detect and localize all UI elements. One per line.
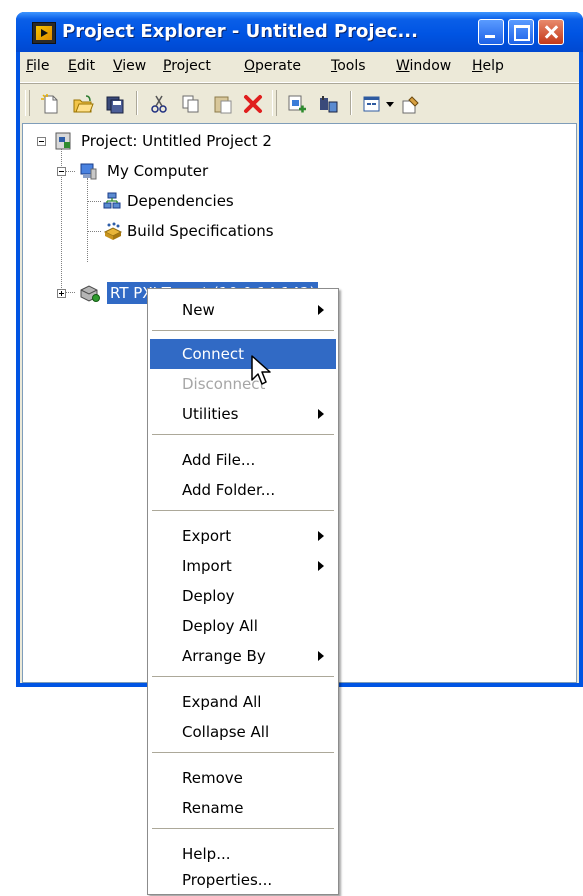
menu-window[interactable]: Window bbox=[396, 58, 451, 74]
rt-target-icon bbox=[80, 285, 100, 302]
tree-connector bbox=[87, 231, 101, 232]
menu-item-add-folder[interactable]: Add Folder... bbox=[150, 475, 336, 505]
project-properties-icon[interactable] bbox=[400, 93, 422, 115]
menu-separator bbox=[152, 510, 334, 511]
menu-item-arrange-by[interactable]: Arrange By bbox=[150, 641, 336, 671]
submenu-arrow-icon bbox=[318, 305, 324, 315]
menu-tools[interactable]: Tools bbox=[331, 58, 366, 74]
collapse-icon[interactable] bbox=[37, 137, 46, 146]
tree-item-label: Dependencies bbox=[127, 192, 234, 210]
menu-item-add-file[interactable]: Add File... bbox=[150, 445, 336, 475]
minimize-icon[interactable] bbox=[478, 19, 504, 45]
maximize-icon[interactable] bbox=[508, 19, 534, 45]
tree-connector bbox=[87, 201, 101, 202]
menu-help[interactable]: Help bbox=[472, 58, 504, 74]
open-icon[interactable] bbox=[72, 93, 94, 115]
paste-icon[interactable] bbox=[212, 93, 234, 115]
expand-icon[interactable] bbox=[57, 289, 66, 298]
menu-item-rename[interactable]: Rename bbox=[150, 793, 336, 823]
save-all-icon[interactable] bbox=[104, 93, 126, 115]
toolbar-grip[interactable] bbox=[25, 90, 30, 116]
build-specifications-icon bbox=[103, 222, 123, 240]
toolbar-separator bbox=[136, 91, 138, 115]
tree-connector bbox=[87, 178, 88, 262]
submenu-arrow-icon bbox=[318, 531, 324, 541]
menu-separator bbox=[152, 330, 334, 331]
submenu-arrow-icon bbox=[318, 409, 324, 419]
dependencies-icon bbox=[103, 192, 121, 209]
menu-item-disconnect: Disconnect bbox=[182, 375, 266, 393]
tree-item-label: Build Specifications bbox=[127, 222, 274, 240]
menu-view[interactable]: View bbox=[113, 58, 146, 74]
delete-icon[interactable] bbox=[242, 93, 264, 115]
toolbar-separator bbox=[350, 91, 352, 115]
menu-item-properties[interactable]: Properties... bbox=[150, 865, 336, 895]
menu-file[interactable]: File bbox=[26, 58, 49, 74]
menu-separator bbox=[152, 828, 334, 829]
menu-separator bbox=[152, 752, 334, 753]
menu-item-deploy-all[interactable]: Deploy All bbox=[150, 611, 336, 641]
cut-icon[interactable] bbox=[148, 93, 170, 115]
collapse-icon[interactable] bbox=[57, 167, 66, 176]
window-title: Project Explorer - Untitled Projec... bbox=[62, 21, 418, 42]
menu-item-utilities[interactable]: Utilities bbox=[150, 399, 336, 429]
mouse-cursor-icon bbox=[251, 355, 271, 385]
menu-project[interactable]: Project bbox=[163, 58, 211, 74]
new-icon[interactable] bbox=[40, 93, 62, 115]
context-menu: New Connect Disconnect Utilities Add Fil… bbox=[147, 288, 339, 895]
project-icon bbox=[55, 132, 71, 150]
menu-edit[interactable]: Edit bbox=[68, 58, 95, 74]
tree-item-label: Project: Untitled Project 2 bbox=[81, 132, 272, 150]
menu-separator bbox=[152, 676, 334, 677]
menu-item-expand-all[interactable]: Expand All bbox=[150, 687, 336, 717]
menu-item-import[interactable]: Import bbox=[150, 551, 336, 581]
menu-item-connect[interactable]: Connect bbox=[150, 339, 336, 369]
copy-icon[interactable] bbox=[180, 93, 202, 115]
labview-app-icon bbox=[32, 22, 56, 44]
chevron-down-icon[interactable] bbox=[385, 93, 395, 115]
build-icon[interactable] bbox=[318, 93, 340, 115]
menu-item-deploy[interactable]: Deploy bbox=[150, 581, 336, 611]
menu-bar: File Edit View Project Operate Tools Win… bbox=[20, 52, 579, 83]
menu-operate[interactable]: Operate bbox=[244, 58, 301, 74]
add-to-project-icon[interactable] bbox=[286, 93, 308, 115]
tree-item-label: My Computer bbox=[107, 162, 209, 180]
view-dropdown-icon[interactable] bbox=[362, 93, 384, 115]
toolbar-grip[interactable] bbox=[272, 90, 277, 116]
menu-item-collapse-all[interactable]: Collapse All bbox=[150, 717, 336, 747]
toolbar bbox=[20, 83, 579, 122]
submenu-arrow-icon bbox=[318, 561, 324, 571]
menu-item-new[interactable]: New bbox=[150, 295, 336, 325]
submenu-arrow-icon bbox=[318, 651, 324, 661]
menu-separator bbox=[152, 434, 334, 435]
computer-icon bbox=[80, 163, 97, 180]
menu-item-export[interactable]: Export bbox=[150, 521, 336, 551]
title-bar[interactable]: Project Explorer - Untitled Projec... bbox=[16, 12, 583, 52]
close-icon[interactable] bbox=[538, 19, 564, 45]
menu-item-remove[interactable]: Remove bbox=[150, 763, 336, 793]
